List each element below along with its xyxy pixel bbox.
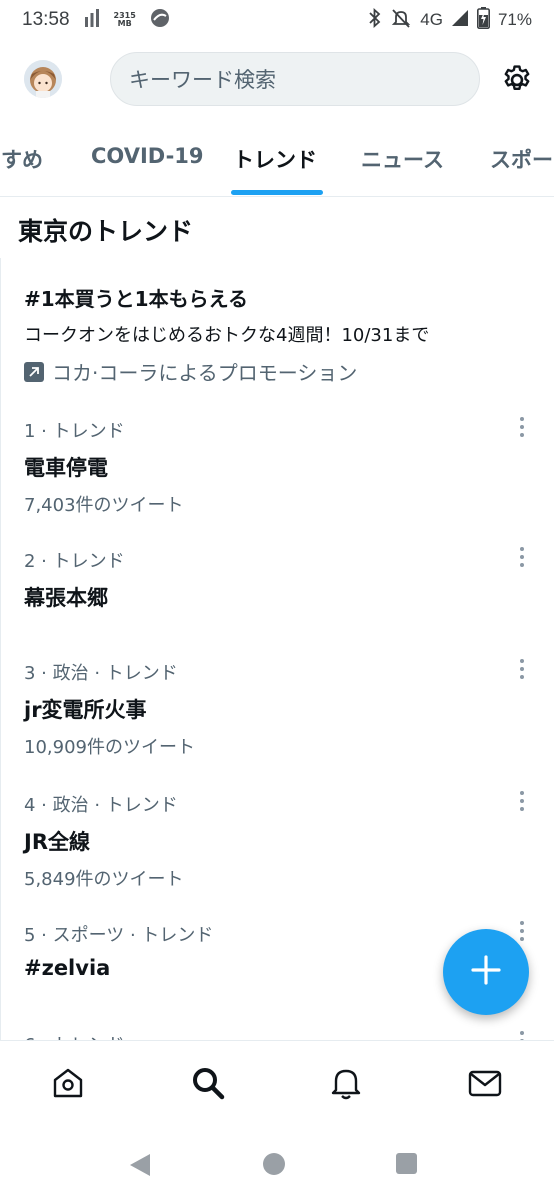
gear-icon[interactable]	[500, 63, 534, 97]
battery-charging-icon	[476, 6, 490, 34]
trend-tweet-count: 7,403件のツイート	[24, 495, 184, 516]
promoted-trend-title: #1本買うと1本もらえる	[24, 287, 248, 311]
trend-meta: 4 · 政治 · トレンド	[24, 795, 178, 816]
more-options-icon[interactable]	[510, 415, 534, 439]
messages-icon[interactable]	[467, 1065, 503, 1101]
trend-name: 電車停電	[24, 456, 108, 480]
top-app-bar: キーワード検索	[0, 40, 554, 120]
tab-sports[interactable]: スポーツ	[490, 144, 554, 174]
home-icon[interactable]	[50, 1065, 86, 1101]
promoted-arrow-icon	[24, 361, 44, 382]
more-options-icon[interactable]	[510, 545, 534, 569]
avatar[interactable]	[24, 60, 62, 98]
trend-item[interactable]: 2 · トレンド 幕張本郷	[24, 547, 534, 612]
divider	[0, 258, 1, 1040]
promoted-by-label: コカ·コーラによるプロモーション	[52, 361, 358, 385]
app-notification-icon	[150, 8, 170, 32]
plus-icon	[471, 955, 501, 989]
compose-tweet-button[interactable]	[443, 929, 529, 1015]
tab-recommended[interactable]: すすめ	[0, 144, 43, 174]
search-input[interactable]: キーワード検索	[110, 52, 480, 106]
signal-bars-icon	[84, 9, 100, 31]
tab-news[interactable]: ニュース	[361, 144, 444, 174]
trend-item[interactable]: 3 · 政治 · トレンド jr変電所火事 10,909件のツイート	[24, 659, 534, 759]
promoted-trend-description: コークオンをはじめるおトクな4週間！10/31まで	[24, 325, 430, 346]
trend-item[interactable]: 1 · トレンド 電車停電 7,403件のツイート	[24, 417, 534, 517]
trend-meta: 3 · 政治 · トレンド	[24, 663, 178, 684]
cell-signal-icon	[451, 9, 469, 32]
bluetooth-icon	[368, 7, 382, 33]
recent-apps-icon[interactable]	[396, 1153, 417, 1174]
back-icon[interactable]	[128, 1152, 152, 1182]
tab-bar: すすめ COVID-19 トレンド ニュース スポーツ	[0, 122, 554, 197]
trend-meta: 2 · トレンド	[24, 551, 125, 572]
trend-name: 幕張本郷	[24, 586, 108, 610]
section-title: 東京のトレンド	[18, 217, 194, 246]
promoted-by: コカ·コーラによるプロモーション	[24, 357, 534, 386]
network-type: 4G	[420, 10, 443, 29]
more-options-icon[interactable]	[510, 789, 534, 813]
trend-name: jr変電所火事	[24, 698, 147, 722]
more-options-icon[interactable]	[510, 657, 534, 681]
tab-covid19[interactable]: COVID-19	[91, 144, 204, 168]
bottom-navigation	[0, 1040, 554, 1126]
status-bar: 13:58 2315 MB 4G 71%	[0, 0, 554, 40]
trend-meta: 1 · トレンド	[24, 421, 125, 442]
trend-tweet-count: 10,909件のツイート	[24, 737, 195, 758]
system-navigation-bar	[0, 1128, 554, 1200]
trend-item[interactable]: 4 · 政治 · トレンド JR全線 5,849件のツイート	[24, 791, 534, 891]
trend-name: JR全線	[24, 830, 90, 854]
active-tab-indicator	[231, 190, 323, 195]
promoted-trend[interactable]: #1本買うと1本もらえる コークオンをはじめるおトクな4週間！10/31まで コ…	[24, 283, 534, 386]
home-button-icon[interactable]	[263, 1153, 285, 1175]
data-speed: 2315 MB	[114, 12, 136, 28]
trend-tweet-count: 5,849件のツイート	[24, 869, 184, 890]
search-placeholder: キーワード検索	[129, 68, 276, 92]
search-icon[interactable]	[190, 1065, 226, 1101]
mute-bell-icon	[390, 7, 412, 34]
status-time: 13:58	[22, 9, 70, 30]
data-speed-unit: MB	[117, 19, 132, 28]
battery-level: 71%	[497, 10, 532, 29]
notifications-icon[interactable]	[328, 1065, 364, 1101]
tab-trends[interactable]: トレンド	[233, 144, 317, 174]
